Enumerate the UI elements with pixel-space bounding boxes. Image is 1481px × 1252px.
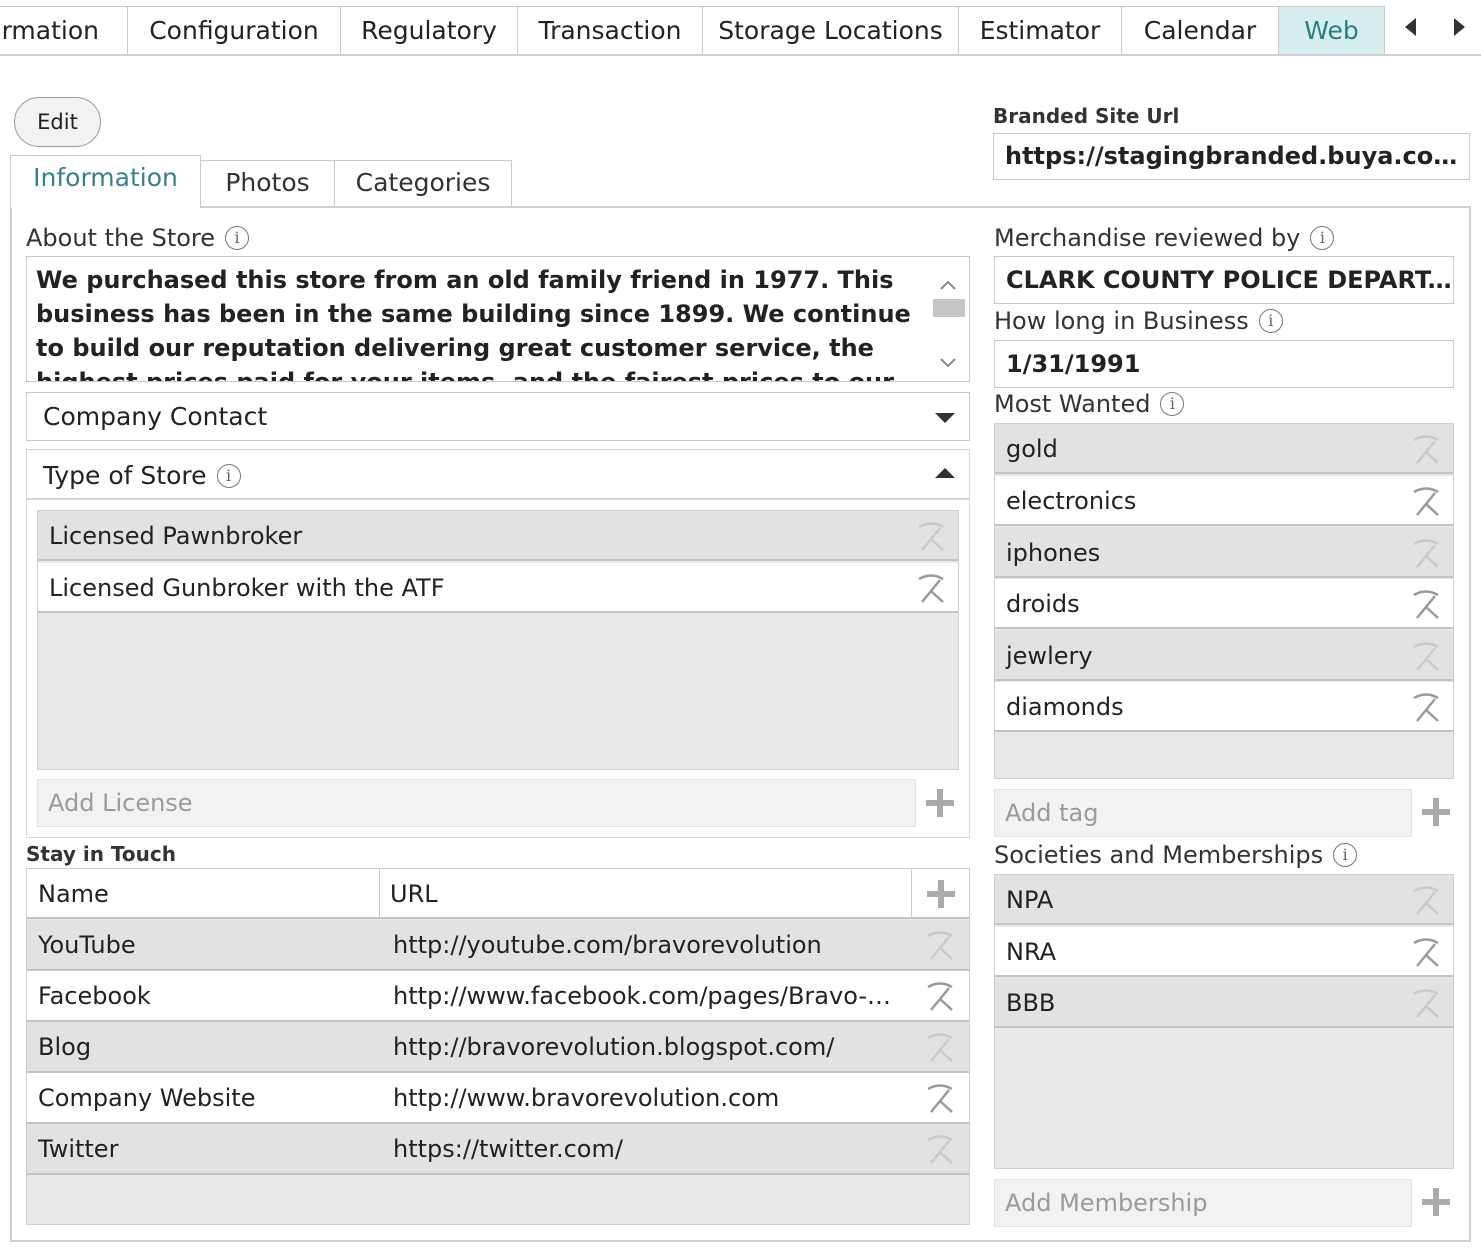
tab-web[interactable]: Web bbox=[1278, 6, 1385, 54]
plus-icon[interactable] bbox=[926, 789, 954, 817]
tab-calendar[interactable]: Calendar bbox=[1121, 6, 1279, 54]
remove-icon[interactable] bbox=[1411, 693, 1441, 723]
societies-list: NPA NRA BBB bbox=[994, 874, 1454, 1169]
remove-icon[interactable] bbox=[925, 1135, 955, 1165]
info-icon[interactable]: i bbox=[216, 464, 241, 488]
about-scrollbar[interactable] bbox=[931, 261, 965, 377]
plus-icon[interactable] bbox=[1422, 798, 1450, 826]
caret-down-icon bbox=[935, 413, 955, 423]
stay-in-touch-table: Name URL YouTube http://youtube.com/brav… bbox=[26, 868, 970, 1225]
tab-estimator[interactable]: Estimator bbox=[958, 6, 1122, 54]
remove-icon[interactable] bbox=[1411, 435, 1441, 465]
remove-icon[interactable] bbox=[916, 574, 946, 604]
plus-icon[interactable] bbox=[927, 880, 955, 908]
list-item[interactable]: gold bbox=[995, 424, 1453, 474]
list-item[interactable]: BBB bbox=[995, 978, 1453, 1028]
most-wanted-list: gold electronics iphones droids jewlery … bbox=[994, 423, 1454, 779]
tab-storage-locations[interactable]: Storage Locations bbox=[702, 6, 959, 54]
table-row[interactable]: Blog http://bravorevolution.blogspot.com… bbox=[27, 1022, 969, 1073]
tab-information-top[interactable]: rmation bbox=[0, 6, 128, 54]
add-tag-input[interactable]: Add tag bbox=[994, 789, 1412, 837]
list-item[interactable]: diamonds bbox=[995, 682, 1453, 732]
societies-memberships-label: Societies and Memberships i bbox=[994, 841, 1358, 869]
column-url-header[interactable]: URL bbox=[390, 869, 890, 919]
chevron-right-icon[interactable] bbox=[1444, 12, 1474, 42]
most-wanted-label: Most Wanted i bbox=[994, 390, 1185, 418]
column-name-header[interactable]: Name bbox=[38, 869, 109, 919]
table-header: Name URL bbox=[27, 869, 969, 919]
top-tab-bar: rmation Configuration Regulatory Transac… bbox=[0, 0, 1481, 56]
about-store-textarea[interactable]: We purchased this store from an old fami… bbox=[26, 256, 970, 382]
add-license-input[interactable]: Add License bbox=[37, 779, 916, 827]
list-item[interactable]: electronics bbox=[995, 476, 1453, 526]
list-item[interactable]: NPA bbox=[995, 875, 1453, 925]
info-icon[interactable]: i bbox=[1258, 309, 1283, 333]
company-contact-header[interactable]: Company Contact bbox=[26, 392, 970, 441]
remove-icon[interactable] bbox=[1411, 989, 1441, 1019]
add-membership-input[interactable]: Add Membership bbox=[994, 1179, 1412, 1227]
store-type-list: Licensed Pawnbroker Licensed Gunbroker w… bbox=[37, 510, 959, 770]
list-item[interactable]: iphones bbox=[995, 528, 1453, 578]
remove-icon[interactable] bbox=[925, 931, 955, 961]
tab-configuration[interactable]: Configuration bbox=[127, 6, 341, 54]
info-icon[interactable]: i bbox=[1160, 392, 1185, 416]
about-store-text: We purchased this store from an old fami… bbox=[36, 266, 911, 382]
table-row[interactable]: Twitter https://twitter.com/ bbox=[27, 1124, 969, 1175]
type-of-store-label: Type of Store bbox=[43, 461, 207, 490]
remove-icon[interactable] bbox=[1411, 539, 1441, 569]
info-icon[interactable]: i bbox=[1333, 843, 1358, 867]
divider bbox=[27, 498, 969, 500]
remove-icon[interactable] bbox=[1411, 886, 1441, 916]
list-item[interactable]: Licensed Pawnbroker bbox=[38, 511, 958, 561]
remove-icon[interactable] bbox=[1411, 487, 1441, 517]
list-item[interactable]: jewlery bbox=[995, 631, 1453, 681]
info-icon[interactable]: i bbox=[1310, 226, 1335, 250]
how-long-in-business-field[interactable]: 1/31/1991 bbox=[994, 340, 1454, 388]
merchandise-reviewed-field[interactable]: CLARK COUNTY POLICE DEPART... bbox=[994, 256, 1454, 304]
stay-in-touch-label: Stay in Touch bbox=[26, 842, 176, 866]
merchandise-reviewed-label: Merchandise reviewed by i bbox=[994, 224, 1335, 252]
info-icon[interactable]: i bbox=[225, 226, 250, 250]
table-row[interactable]: YouTube http://youtube.com/bravorevoluti… bbox=[27, 920, 969, 971]
remove-icon[interactable] bbox=[1411, 590, 1441, 620]
tab-transaction[interactable]: Transaction bbox=[517, 6, 703, 54]
list-item[interactable]: NRA bbox=[995, 927, 1453, 977]
edit-button[interactable]: Edit bbox=[14, 97, 101, 147]
tab-information[interactable]: Information bbox=[10, 155, 201, 208]
table-row[interactable]: Company Website http://www.bravorevoluti… bbox=[27, 1073, 969, 1124]
caret-up-icon[interactable] bbox=[935, 468, 955, 478]
remove-icon[interactable] bbox=[925, 982, 955, 1012]
tab-categories[interactable]: Categories bbox=[334, 160, 512, 207]
tab-join bbox=[12, 204, 199, 208]
branded-site-url-field[interactable]: https://stagingbranded.buya.com:8... bbox=[993, 133, 1470, 180]
about-store-label: About the Store i bbox=[26, 224, 250, 252]
chevron-left-icon[interactable] bbox=[1396, 12, 1426, 42]
branded-site-url-label: Branded Site Url bbox=[993, 104, 1180, 128]
remove-icon[interactable] bbox=[925, 1084, 955, 1114]
company-contact-label: Company Contact bbox=[43, 402, 268, 431]
remove-icon[interactable] bbox=[916, 522, 946, 552]
remove-icon[interactable] bbox=[1411, 642, 1441, 672]
tab-photos[interactable]: Photos bbox=[200, 160, 335, 207]
tab-regulatory[interactable]: Regulatory bbox=[340, 6, 518, 54]
list-item[interactable]: Licensed Gunbroker with the ATF bbox=[38, 563, 958, 613]
how-long-in-business-label: How long in Business i bbox=[994, 307, 1283, 335]
plus-icon[interactable] bbox=[1422, 1188, 1450, 1216]
remove-icon[interactable] bbox=[925, 1033, 955, 1063]
list-item[interactable]: droids bbox=[995, 579, 1453, 629]
table-row[interactable]: Facebook http://www.facebook.com/pages/B… bbox=[27, 971, 969, 1022]
remove-icon[interactable] bbox=[1411, 938, 1441, 968]
